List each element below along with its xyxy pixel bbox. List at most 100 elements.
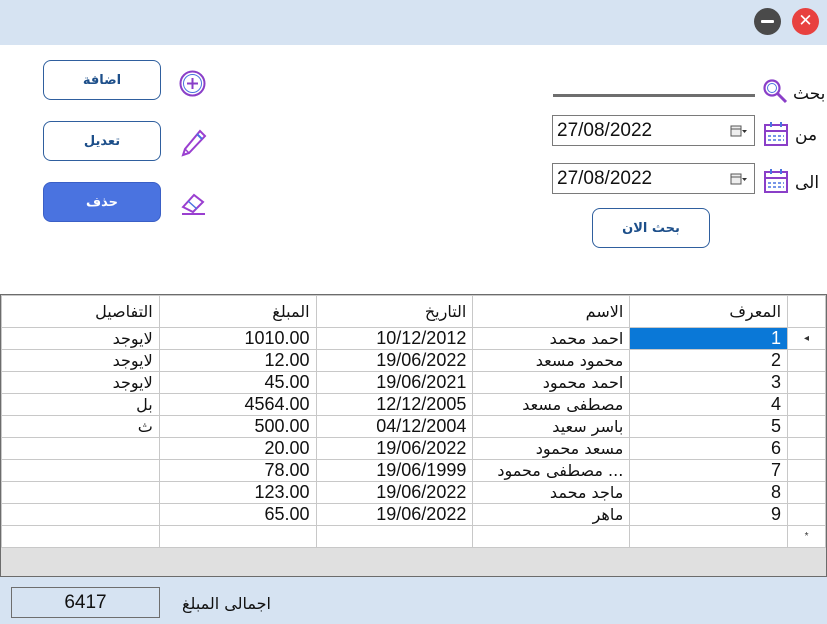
cell-date[interactable]: 19/06/2022: [315, 437, 474, 460]
search-input[interactable]: [553, 94, 755, 97]
current-row-indicator[interactable]: ◂: [787, 327, 826, 350]
new-row-indicator[interactable]: *: [787, 525, 826, 548]
calendar-icon[interactable]: [763, 121, 789, 147]
cell-details[interactable]: [1, 503, 160, 526]
cell-id[interactable]: 8: [629, 481, 789, 504]
table-row[interactable]: لايوجد 45.00 19/06/2021 احمد محمود 3: [1, 371, 826, 394]
cell-amount[interactable]: 1010.00: [158, 327, 317, 350]
row-header[interactable]: [787, 481, 826, 504]
cell-date[interactable]: [315, 525, 474, 548]
cell-details[interactable]: [1, 437, 160, 460]
cell-name[interactable]: [472, 525, 631, 548]
cell-details[interactable]: بل: [1, 393, 160, 416]
cell-amount[interactable]: [158, 525, 317, 548]
cell-name[interactable]: مسعد محمود: [472, 437, 631, 460]
total-amount-field: 6417: [11, 587, 160, 618]
delete-button[interactable]: حذف: [43, 182, 161, 222]
cell-date[interactable]: 19/06/2021: [315, 371, 474, 394]
total-amount-label: اجمالى المبلغ: [182, 594, 271, 613]
row-header[interactable]: [787, 415, 826, 438]
cell-id[interactable]: 7: [629, 459, 789, 482]
cell-name[interactable]: احمد محمود: [472, 371, 631, 394]
cell-id[interactable]: 9: [629, 503, 789, 526]
cell-date[interactable]: 19/06/2022: [315, 503, 474, 526]
add-button[interactable]: اضافة: [43, 60, 161, 100]
cell-amount[interactable]: 123.00: [158, 481, 317, 504]
row-header[interactable]: [787, 371, 826, 394]
table-row[interactable]: لايوجد 12.00 19/06/2022 محمود مسعد 2: [1, 349, 826, 372]
cell-id[interactable]: [629, 525, 789, 548]
column-header-amount[interactable]: المبلغ: [158, 295, 317, 328]
table-row[interactable]: 78.00 19/06/1999 مصطفى محمود ... 7: [1, 459, 826, 482]
cell-name[interactable]: احمد محمد: [472, 327, 631, 350]
cell-id[interactable]: 3: [629, 371, 789, 394]
eraser-icon[interactable]: [179, 190, 208, 217]
row-header[interactable]: [787, 349, 826, 372]
cell-name[interactable]: مصطفى محمود ...: [472, 459, 631, 482]
cell-amount[interactable]: 78.00: [158, 459, 317, 482]
row-header[interactable]: [787, 393, 826, 416]
calendar-dropdown-icon[interactable]: [730, 172, 748, 186]
cell-details[interactable]: [1, 525, 160, 548]
cell-details[interactable]: [1, 481, 160, 504]
cell-date[interactable]: 12/12/2005: [315, 393, 474, 416]
cell-name[interactable]: ماجد محمد: [472, 481, 631, 504]
close-button[interactable]: ✕: [792, 8, 819, 35]
search-now-button[interactable]: بحث الان: [592, 208, 710, 248]
cell-id[interactable]: 6: [629, 437, 789, 460]
to-date-picker[interactable]: 27/08/2022: [552, 163, 755, 194]
new-row[interactable]: *: [1, 525, 826, 548]
from-date-picker[interactable]: 27/08/2022: [552, 115, 755, 146]
table-row[interactable]: 65.00 19/06/2022 ماهر 9: [1, 503, 826, 526]
row-header-corner: [787, 295, 826, 328]
column-header-name[interactable]: الاسم: [472, 295, 631, 328]
cell-details[interactable]: ث: [1, 415, 160, 438]
calendar-icon[interactable]: [763, 168, 789, 194]
cell-details[interactable]: لايوجد: [1, 327, 160, 350]
minimize-button[interactable]: [754, 8, 781, 35]
cell-amount[interactable]: 45.00: [158, 371, 317, 394]
row-header[interactable]: [787, 503, 826, 526]
table-row[interactable]: 20.00 19/06/2022 مسعد محمود 6: [1, 437, 826, 460]
cell-name[interactable]: ماهر: [472, 503, 631, 526]
table-row[interactable]: 123.00 19/06/2022 ماجد محمد 8: [1, 481, 826, 504]
cell-date[interactable]: 19/06/1999: [315, 459, 474, 482]
cell-date[interactable]: 04/12/2004: [315, 415, 474, 438]
to-date-value: 27/08/2022: [557, 167, 653, 189]
cell-name[interactable]: محمود مسعد: [472, 349, 631, 372]
column-header-details[interactable]: التفاصيل: [1, 295, 160, 328]
edit-button[interactable]: تعديل: [43, 121, 161, 161]
table-row[interactable]: ث 500.00 04/12/2004 باسر سعيد 5: [1, 415, 826, 438]
table-row[interactable]: بل 4564.00 12/12/2005 مصطفى مسعد 4: [1, 393, 826, 416]
from-label: من: [795, 125, 818, 145]
column-header-date[interactable]: التاريخ: [315, 295, 474, 328]
add-circle-icon[interactable]: [178, 69, 207, 98]
search-icon[interactable]: [762, 78, 789, 105]
cell-details[interactable]: [1, 459, 160, 482]
cell-id-selected[interactable]: 1: [629, 327, 789, 350]
row-header[interactable]: [787, 459, 826, 482]
cell-name[interactable]: باسر سعيد: [472, 415, 631, 438]
calendar-dropdown-icon[interactable]: [730, 124, 748, 138]
cell-amount[interactable]: 4564.00: [158, 393, 317, 416]
cell-id[interactable]: 2: [629, 349, 789, 372]
cell-amount[interactable]: 65.00: [158, 503, 317, 526]
cell-amount[interactable]: 12.00: [158, 349, 317, 372]
table-header-row: التفاصيل المبلغ التاريخ الاسم المعرف: [1, 295, 826, 328]
cell-name[interactable]: مصطفى مسعد: [472, 393, 631, 416]
cell-id[interactable]: 4: [629, 393, 789, 416]
cell-date[interactable]: 10/12/2012: [315, 327, 474, 350]
cell-id[interactable]: 5: [629, 415, 789, 438]
pencil-icon[interactable]: [180, 128, 207, 158]
to-label: الى: [795, 173, 820, 193]
row-header[interactable]: [787, 437, 826, 460]
column-header-id[interactable]: المعرف: [629, 295, 789, 328]
cell-date[interactable]: 19/06/2022: [315, 481, 474, 504]
cell-amount[interactable]: 500.00: [158, 415, 317, 438]
cell-details[interactable]: لايوجد: [1, 371, 160, 394]
data-grid[interactable]: التفاصيل المبلغ التاريخ الاسم المعرف لاي…: [0, 294, 827, 577]
cell-amount[interactable]: 20.00: [158, 437, 317, 460]
table-row[interactable]: لايوجد 1010.00 10/12/2012 احمد محمد 1 ◂: [1, 327, 826, 350]
cell-date[interactable]: 19/06/2022: [315, 349, 474, 372]
cell-details[interactable]: لايوجد: [1, 349, 160, 372]
